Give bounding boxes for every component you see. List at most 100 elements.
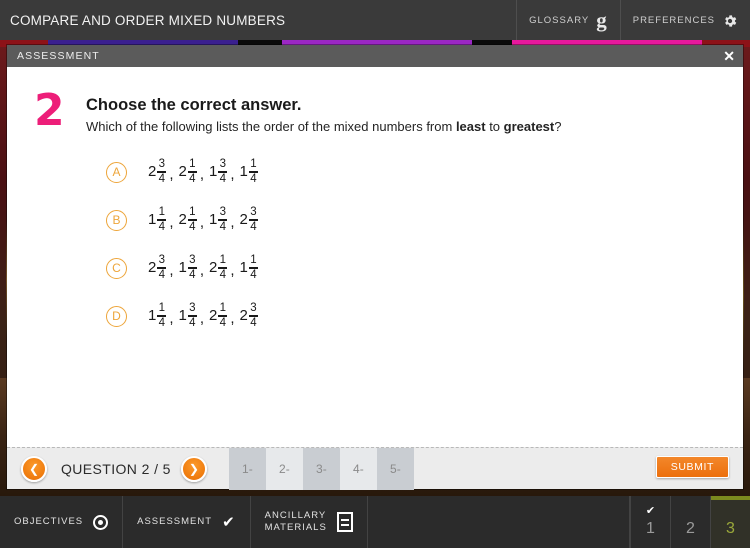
question-tab-1[interactable]: 1- <box>228 447 266 490</box>
mixed-number: 214 <box>209 253 228 281</box>
numerator: 3 <box>158 253 166 266</box>
fraction-part: 14 <box>157 205 167 233</box>
value-separator: , <box>199 166 205 184</box>
page-indicator-3[interactable]: 3 <box>710 496 750 548</box>
value-separator: , <box>230 166 235 184</box>
document-icon <box>336 512 353 532</box>
mixed-number: 114 <box>239 158 258 185</box>
mixed-number: 234 <box>148 158 167 185</box>
fraction-part: 14 <box>218 253 228 281</box>
whole-part: 2 <box>148 163 157 181</box>
denominator: 4 <box>189 316 196 329</box>
value-separator: , <box>230 214 235 232</box>
mixed-number: 134 <box>178 302 197 329</box>
question-tab-4[interactable]: 4- <box>339 447 377 490</box>
question-block: 2 Choose the correct answer. Which of th… <box>7 67 743 136</box>
whole-part: 1 <box>148 211 157 229</box>
fraction-part: 14 <box>157 301 167 329</box>
mixed-number: 134 <box>209 157 228 185</box>
mixed-number: 234 <box>240 301 258 329</box>
fraction-part: 34 <box>187 254 197 281</box>
glossary-label: GLOSSARY <box>529 15 590 26</box>
fraction-part: 34 <box>157 158 167 185</box>
bottom-bar: OBJECTIVES ASSESSMENT ✔ ANCILLARY MATERIA… <box>0 496 750 548</box>
answer-choice-a[interactable]: A234,214,134,114 <box>106 148 743 196</box>
fraction-part: 34 <box>218 157 228 185</box>
answer-choice-value: 114,214,134,234 <box>148 205 258 233</box>
denominator: 4 <box>219 220 227 233</box>
page-indicator-list: ✔ 1 2 3 <box>630 496 750 548</box>
whole-part: 1 <box>148 307 157 325</box>
bottom-item-assessment[interactable]: ASSESSMENT ✔ <box>123 496 251 548</box>
ancillary-materials-label: ANCILLARY MATERIALS <box>264 510 327 533</box>
whole-part: 2 <box>148 259 157 277</box>
fraction-part: 34 <box>218 206 228 233</box>
numerator: 1 <box>158 301 166 314</box>
page-complete-check-icon: ✔ <box>645 505 656 517</box>
answer-choice-b[interactable]: B114,214,134,234 <box>106 196 743 244</box>
question-tab-2[interactable]: 2- <box>265 447 303 490</box>
glossary-g-icon: g <box>596 8 608 32</box>
glossary-button[interactable]: GLOSSARY g <box>516 0 620 41</box>
whole-part: 2 <box>178 211 187 229</box>
question-tab-list: 1- 2- 3- 4- 5- <box>228 447 414 490</box>
value-separator: , <box>169 310 174 328</box>
gear-icon <box>722 13 738 29</box>
whole-part: 1 <box>239 259 248 277</box>
denominator: 4 <box>250 220 257 233</box>
denominator: 4 <box>189 172 196 185</box>
page-indicator-label: 1 <box>646 520 655 537</box>
modal-title: ASSESSMENT <box>17 50 100 62</box>
bottom-item-ancillary-materials[interactable]: ANCILLARY MATERIALS <box>251 496 368 548</box>
preferences-label: PREFERENCES <box>632 15 715 26</box>
preferences-button[interactable]: PREFERENCES <box>619 0 750 41</box>
answer-choice-value: 234,134,214,114 <box>148 253 258 281</box>
denominator: 4 <box>158 220 166 233</box>
close-icon[interactable]: ✕ <box>723 49 735 63</box>
whole-part: 1 <box>209 211 218 229</box>
answer-choice-c[interactable]: C234,134,214,114 <box>106 244 743 292</box>
fraction-part: 34 <box>248 206 258 233</box>
denominator: 4 <box>250 316 257 329</box>
top-bar: COMPARE AND ORDER MIXED NUMBERS GLOSSARY… <box>0 0 750 41</box>
mixed-number: 234 <box>240 206 258 233</box>
numerator: 1 <box>189 205 196 218</box>
objectives-label: OBJECTIVES <box>14 516 84 528</box>
bottom-item-objectives[interactable]: OBJECTIVES <box>0 496 124 548</box>
question-subtext-bold-least: least <box>455 119 486 134</box>
submit-button[interactable]: SUBMIT <box>655 456 729 478</box>
page-indicator-2[interactable]: 2 <box>670 496 710 548</box>
page-indicator-1[interactable]: ✔ 1 <box>630 496 670 548</box>
assessment-screen: COMPARE AND ORDER MIXED NUMBERS GLOSSARY… <box>0 0 750 548</box>
bottom-bar-spacer <box>368 496 630 548</box>
answer-choice-letter: C <box>106 257 127 279</box>
question-subtext-bold-greatest: greatest <box>503 119 555 134</box>
question-number: 2 <box>34 85 65 136</box>
check-icon: ✔ <box>222 513 236 531</box>
fraction-part: 14 <box>187 158 197 185</box>
value-separator: , <box>199 262 205 280</box>
value-separator: , <box>169 214 174 232</box>
numerator: 1 <box>219 253 227 266</box>
numerator: 3 <box>250 301 257 314</box>
mixed-number: 114 <box>148 205 167 233</box>
numerator: 1 <box>219 301 227 314</box>
answer-choice-d[interactable]: D114,134,214,234 <box>106 292 743 340</box>
value-separator: , <box>230 310 235 328</box>
next-question-button[interactable]: ❯ <box>180 455 207 482</box>
previous-question-button[interactable]: ❮ <box>21 455 47 482</box>
mixed-number: 114 <box>239 254 258 281</box>
whole-part: 1 <box>239 163 248 181</box>
mixed-number: 214 <box>209 301 228 329</box>
numerator: 1 <box>158 205 166 218</box>
question-subtext-pre: Which of the following lists the order o… <box>86 119 456 134</box>
whole-part: 1 <box>178 259 187 277</box>
numerator: 3 <box>219 157 227 170</box>
answer-choice-letter: D <box>106 305 127 327</box>
question-tab-3[interactable]: 3- <box>302 447 340 490</box>
question-tab-5[interactable]: 5- <box>376 447 414 490</box>
whole-part: 1 <box>178 307 187 325</box>
fraction-part: 34 <box>187 302 197 329</box>
mixed-number: 234 <box>148 253 167 281</box>
question-subtext: Which of the following lists the order o… <box>86 119 561 134</box>
